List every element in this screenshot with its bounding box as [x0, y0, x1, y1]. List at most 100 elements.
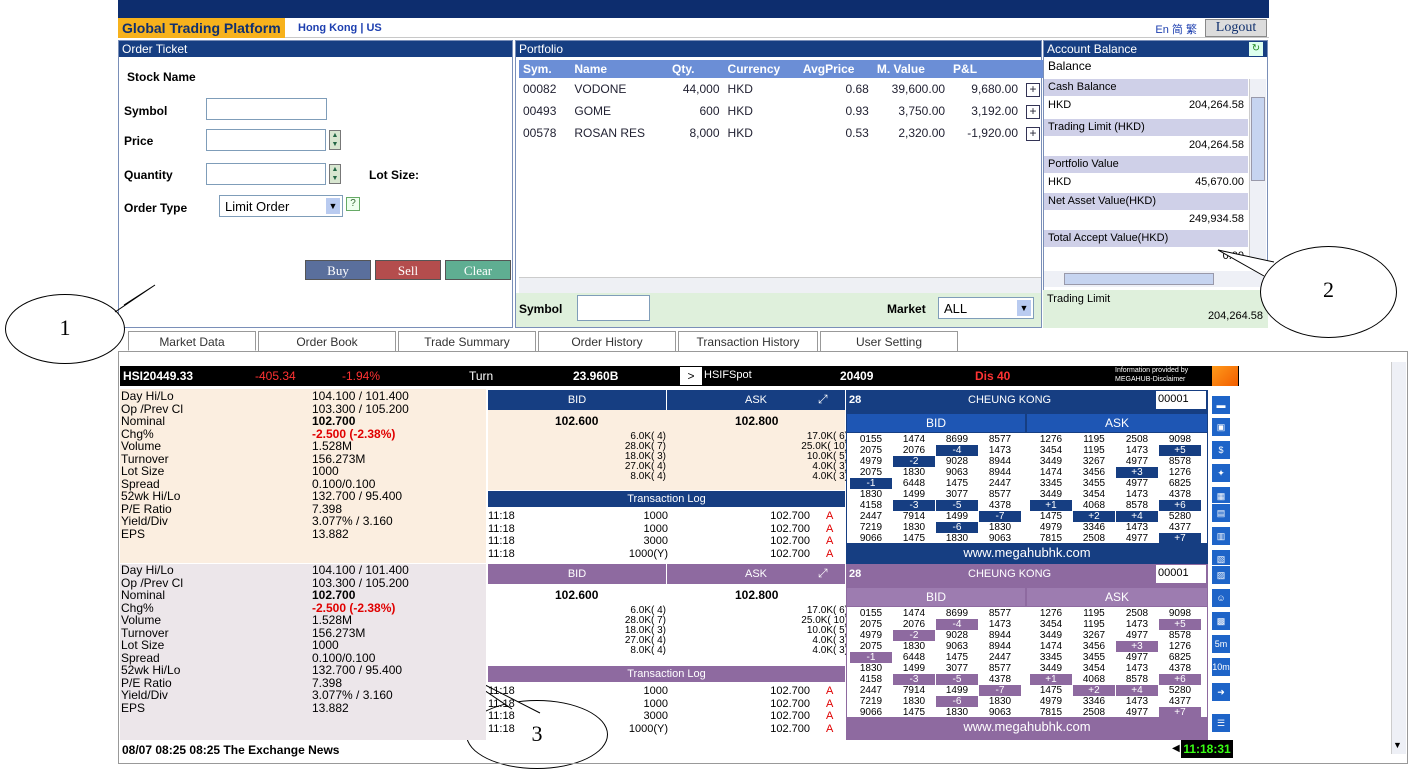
- tab-transaction-history[interactable]: Transaction History: [678, 331, 818, 351]
- region-links[interactable]: Hong Kong | US: [298, 22, 382, 34]
- toolbar-icon[interactable]: ▬: [1211, 395, 1231, 415]
- news-ticker[interactable]: 08/07 08:25 08:25 The Exchange News: [122, 743, 339, 757]
- account-vscrollbar[interactable]: [1249, 79, 1266, 265]
- quote-value: 102.700: [312, 414, 356, 428]
- cell: ROSAN RES: [574, 126, 646, 140]
- pv-value: 45,670.00: [1195, 176, 1244, 188]
- order-type-select[interactable]: Limit Order ▼: [219, 195, 343, 217]
- bid-price-1: 102.600: [555, 414, 599, 428]
- quote-value: 103.300 / 105.200: [312, 575, 409, 590]
- expand-icon[interactable]: ⤢: [818, 566, 842, 582]
- broker-bid-cell: 1474: [902, 608, 926, 619]
- language-links[interactable]: En 简 繁: [1155, 21, 1197, 37]
- trade-time: 11:18: [488, 710, 515, 722]
- refresh-icon[interactable]: ↻: [1249, 42, 1263, 56]
- col-name[interactable]: Name: [570, 60, 669, 78]
- table-row[interactable]: 00578 ROSAN RES 8,000 HKD 0.53 2,320.00 …: [519, 122, 1044, 144]
- price-stepper[interactable]: ▲ ▼: [329, 130, 341, 150]
- table-row[interactable]: 00082 VODONE 44,000 HKD 0.68 39,600.00 9…: [519, 78, 1044, 100]
- bull-icon[interactable]: ▥: [1211, 526, 1231, 546]
- col-sym[interactable]: Sym.: [519, 60, 571, 78]
- market-select[interactable]: ALL ▼: [938, 297, 1034, 319]
- plus-icon[interactable]: +: [1026, 82, 1040, 97]
- tab-order-history[interactable]: Order History: [538, 331, 676, 351]
- quantity-stepper[interactable]: ▲ ▼: [329, 164, 341, 184]
- broker-ask-cell: 2508: [1125, 434, 1149, 445]
- light-icon[interactable]: ✦: [1211, 463, 1231, 483]
- cell: 0.68: [845, 82, 869, 96]
- tab-market-data[interactable]: Market Data: [128, 331, 256, 351]
- broker-url-1[interactable]: www.megahubhk.com: [847, 543, 1207, 563]
- tab-order-book[interactable]: Order Book: [258, 331, 396, 351]
- tav-label: Total Accept Value(HKD): [1044, 230, 1248, 247]
- cash-balance-label: Cash Balance: [1044, 79, 1248, 96]
- list-icon[interactable]: ☰: [1211, 713, 1231, 733]
- broker-bid-cell: 1830: [902, 641, 926, 652]
- broker-bid-cell: 9063: [945, 641, 969, 652]
- broker-ask-cell: 3267: [1082, 630, 1106, 641]
- arrow-right-icon[interactable]: ➜: [1211, 682, 1231, 702]
- quote-panel-2: [120, 564, 486, 740]
- broker-bid-cell: 1475: [945, 478, 969, 489]
- logout-button[interactable]: Logout: [1205, 19, 1267, 37]
- chart-10m-icon[interactable]: 10m: [1211, 657, 1231, 677]
- broker-ask-cell: 3454: [1082, 663, 1106, 674]
- plus-icon[interactable]: +: [1026, 104, 1040, 119]
- scroll-thumb[interactable]: [1064, 273, 1214, 285]
- symbol-input[interactable]: [206, 98, 327, 120]
- col-mvalue[interactable]: M. Value: [872, 60, 950, 78]
- broker-ask-cell: 1195: [1083, 608, 1105, 619]
- tab-user-setting[interactable]: User Setting: [820, 331, 958, 351]
- bid-queue-entry: 8.0K( 4): [630, 645, 666, 656]
- broker-ask-cell: 3456: [1082, 641, 1106, 652]
- clear-button[interactable]: Clear: [445, 260, 511, 280]
- col-qty[interactable]: Qty.: [668, 60, 724, 78]
- chart-icon[interactable]: ▩: [1211, 611, 1231, 631]
- save-icon[interactable]: ▣: [1211, 417, 1231, 437]
- broker-bid-cell: 1830: [902, 467, 926, 478]
- buy-button[interactable]: Buy: [305, 260, 371, 280]
- stock-code-input-2[interactable]: 00001: [1156, 565, 1206, 583]
- col-action: [1022, 60, 1044, 78]
- broker-bid-cell: 1499: [902, 663, 926, 674]
- market-data-vscrollbar[interactable]: [1391, 362, 1406, 754]
- hsif-button[interactable]: >: [680, 367, 702, 385]
- stock-code-input-1[interactable]: 00001: [1156, 391, 1206, 409]
- broker-bid-cell: 3077: [945, 489, 969, 500]
- col-currency[interactable]: Currency: [723, 60, 799, 78]
- quantity-input[interactable]: [206, 163, 326, 185]
- plus-icon[interactable]: +: [1026, 126, 1040, 141]
- user-icon[interactable]: ☺: [1211, 588, 1231, 608]
- portfolio-hscrollbar[interactable]: [519, 277, 1041, 293]
- help-button[interactable]: ?: [346, 197, 360, 211]
- scroll-thumb[interactable]: [1251, 97, 1265, 181]
- broker-ask-cell: 1475: [1039, 685, 1063, 696]
- broker-ask-cell: 3449: [1039, 456, 1063, 467]
- col-pnl[interactable]: P&L: [949, 60, 1022, 78]
- arrow-left-icon[interactable]: ◀: [1172, 743, 1180, 754]
- callout-2-pointer: [1217, 249, 1275, 277]
- clipboard-icon[interactable]: ▨: [1211, 565, 1231, 585]
- dollar-icon[interactable]: $: [1211, 440, 1231, 460]
- broker-url-2[interactable]: www.megahubhk.com: [847, 717, 1207, 737]
- chart-5m-icon[interactable]: 5m: [1211, 634, 1231, 654]
- broker-ask-cell: 8578: [1168, 630, 1192, 641]
- order-type-value: Limit Order: [225, 199, 290, 214]
- broker-ask-cell: 4977: [1125, 652, 1149, 663]
- broker-ask-cell: 3455: [1082, 652, 1106, 663]
- expand-icon[interactable]: ⤢: [818, 392, 842, 408]
- stock-icon[interactable]: ▤: [1211, 503, 1231, 523]
- broker-bid-cell: 1830: [988, 696, 1012, 707]
- broker-bid-cell: 1830: [902, 522, 926, 533]
- col-avgprice[interactable]: AvgPrice: [798, 60, 873, 78]
- broker-bid-cell: 9028: [945, 630, 969, 641]
- sell-button[interactable]: Sell: [375, 260, 441, 280]
- quote-label: Turnover: [121, 625, 169, 640]
- chevron-down-icon[interactable]: ▼: [1393, 740, 1405, 754]
- trade-price: 102.700: [770, 710, 810, 722]
- portfolio-symbol-input[interactable]: [577, 295, 650, 321]
- tab-trade-summary[interactable]: Trade Summary: [398, 331, 536, 351]
- info-disclaimer[interactable]: Information provided by MEGAHUB-Disclaim…: [1115, 366, 1205, 384]
- price-input[interactable]: [206, 129, 326, 151]
- table-row[interactable]: 00493 GOME 600 HKD 0.93 3,750.00 3,192.0…: [519, 100, 1044, 122]
